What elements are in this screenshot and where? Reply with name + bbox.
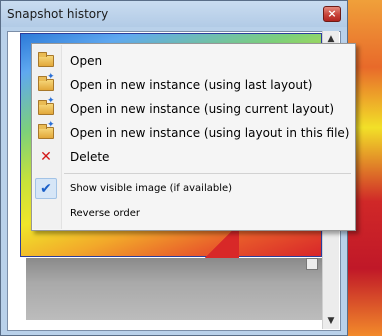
folder-open-new-icon: ✦ (36, 121, 56, 142)
menu-item-label: Show visible image (if available) (70, 183, 233, 194)
menu-item-show-visible-image[interactable]: ✔ Show visible image (if available) (33, 177, 354, 201)
context-menu: Open ✦ Open in new instance (using last … (31, 43, 356, 231)
menu-item-label: Open in new instance (using last layout) (70, 78, 313, 92)
folder-open-new-icon: ✦ (36, 97, 56, 118)
menu-item-label: Reverse order (70, 208, 141, 219)
folder-open-new-icon: ✦ (36, 73, 56, 94)
menu-item-open-new-last-layout[interactable]: ✦ Open in new instance (using last layou… (33, 73, 354, 97)
menu-item-reverse-order[interactable]: Reverse order (33, 202, 354, 226)
folder-open-icon (36, 52, 56, 70)
snapshot-select-checkbox[interactable] (306, 258, 318, 270)
scroll-down-button[interactable]: ▼ (323, 313, 339, 329)
menu-item-open[interactable]: Open (33, 49, 354, 73)
menu-item-label: Open in new instance (using layout in th… (70, 126, 350, 140)
menu-item-open-new-file-layout[interactable]: ✦ Open in new instance (using layout in … (33, 121, 354, 145)
title-bar[interactable]: Snapshot history × (1, 1, 347, 27)
arrow-down-icon: ▼ (327, 316, 335, 326)
close-button[interactable]: × (323, 6, 341, 22)
menu-item-delete[interactable]: ✕ Delete (33, 145, 354, 169)
window-title: Snapshot history (7, 7, 109, 21)
snapshot-thumbnail[interactable] (26, 258, 322, 320)
menu-item-label: Delete (70, 150, 110, 164)
menu-separator (64, 173, 351, 174)
delete-icon: ✕ (40, 149, 52, 165)
menu-item-label: Open (70, 54, 103, 68)
menu-item-label: Open in new instance (using current layo… (70, 102, 335, 116)
menu-item-open-new-current-layout[interactable]: ✦ Open in new instance (using current la… (33, 97, 354, 121)
checkmark-icon: ✔ (40, 181, 52, 197)
close-icon: × (327, 7, 337, 20)
